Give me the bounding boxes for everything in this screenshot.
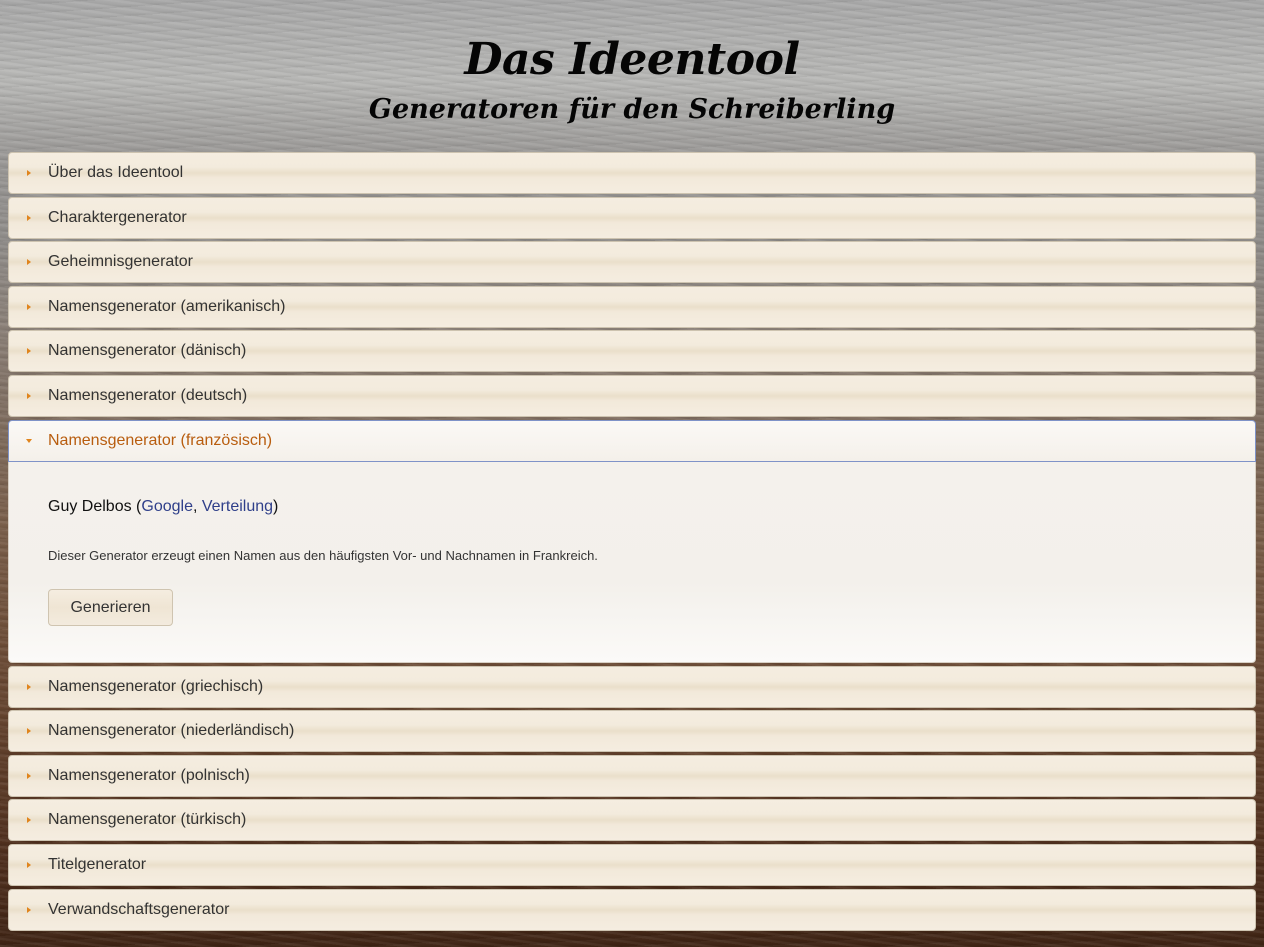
accordion-item-label: Namensgenerator (polnisch) — [48, 766, 250, 784]
triangle-down-icon — [24, 436, 34, 446]
generator-accordion: Über das Ideentool Charaktergenerator Ge… — [8, 152, 1256, 933]
triangle-right-icon — [24, 391, 34, 401]
accordion-item-label: Verwandschaftsgenerator — [48, 900, 230, 918]
generate-button[interactable]: Generieren — [48, 588, 173, 626]
triangle-right-icon — [24, 771, 34, 781]
triangle-right-icon — [24, 346, 34, 356]
accordion-item-label: Namensgenerator (niederländisch) — [48, 722, 295, 740]
accordion-item-deutsch[interactable]: Namensgenerator (deutsch) — [8, 374, 1256, 417]
accordion-item-amerikanisch[interactable]: Namensgenerator (amerikanisch) — [8, 285, 1256, 328]
accordion-item-label: Namensgenerator (türkisch) — [48, 811, 247, 829]
triangle-right-icon — [24, 726, 34, 736]
accordion-item-label: Titelgenerator — [48, 855, 147, 873]
accordion-item-charakter[interactable]: Charaktergenerator — [8, 196, 1256, 239]
generator-description: Dieser Generator erzeugt einen Namen aus… — [48, 547, 598, 563]
accordion-item-tuerkisch[interactable]: Namensgenerator (türkisch) — [8, 799, 1256, 842]
generated-name-line: Guy Delbos (Google, Verteilung) — [48, 497, 279, 515]
accordion-item-geheimnis[interactable]: Geheimnisgenerator — [8, 241, 1256, 284]
triangle-right-icon — [24, 213, 34, 223]
accordion-item-niederlaendisch[interactable]: Namensgenerator (niederländisch) — [8, 710, 1256, 753]
triangle-right-icon — [24, 860, 34, 870]
accordion-item-label: Charaktergenerator — [48, 208, 187, 226]
verteilung-link[interactable]: Verteilung — [202, 498, 273, 515]
accordion-panel-franzoesisch: Guy Delbos (Google, Verteilung) Dieser G… — [8, 461, 1256, 663]
triangle-right-icon — [24, 905, 34, 915]
page-header: Das Ideentool Generatoren für den Schrei… — [0, 0, 1264, 150]
accordion-item-label: Namensgenerator (deutsch) — [48, 386, 248, 404]
page-title: Das Ideentool — [464, 34, 800, 85]
accordion-item-label: Namensgenerator (dänisch) — [48, 342, 247, 360]
accordion-item-ueber[interactable]: Über das Ideentool — [8, 152, 1256, 194]
page-subtitle: Generatoren für den Schreiberling — [368, 94, 896, 125]
google-link[interactable]: Google — [141, 498, 193, 515]
accordion-item-label: Namensgenerator (französisch) — [48, 431, 273, 449]
accordion-item-griechisch[interactable]: Namensgenerator (griechisch) — [8, 665, 1256, 708]
generated-name: Guy Delbos — [48, 497, 132, 515]
accordion-item-titel[interactable]: Titelgenerator — [8, 843, 1256, 886]
accordion-item-label: Namensgenerator (amerikanisch) — [48, 297, 286, 315]
triangle-right-icon — [24, 302, 34, 312]
accordion-item-polnisch[interactable]: Namensgenerator (polnisch) — [8, 754, 1256, 797]
triangle-right-icon — [24, 168, 34, 178]
accordion-item-daenisch[interactable]: Namensgenerator (dänisch) — [8, 330, 1256, 373]
accordion-item-label: Geheimnisgenerator — [48, 253, 193, 271]
triangle-right-icon — [24, 682, 34, 692]
accordion-item-franzoesisch[interactable]: Namensgenerator (französisch) — [8, 419, 1256, 462]
accordion-item-label: Namensgenerator (griechisch) — [48, 677, 264, 695]
triangle-right-icon — [24, 257, 34, 267]
accordion-item-verwandschaft[interactable]: Verwandschaftsgenerator — [8, 888, 1256, 931]
triangle-right-icon — [24, 815, 34, 825]
accordion-item-label: Über das Ideentool — [48, 164, 184, 181]
